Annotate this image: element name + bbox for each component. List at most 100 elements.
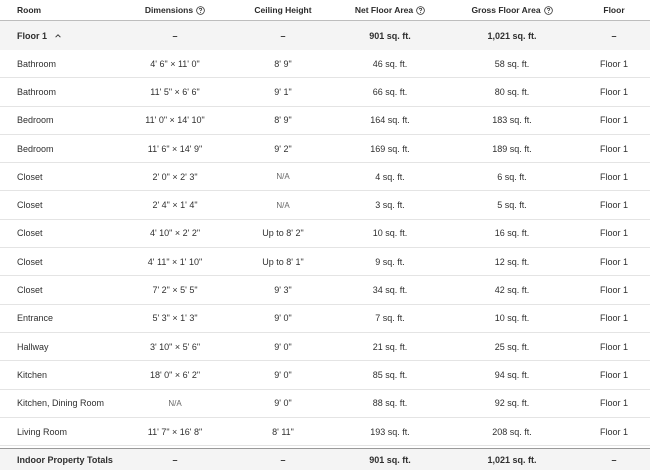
row-floor: Floor 1: [599, 369, 628, 380]
row-dimensions: 18' 0" × 6' 2": [149, 369, 201, 380]
row-gross-area: 6 sq. ft.: [497, 171, 527, 182]
row-dimensions: 11' 5" × 6' 6": [150, 86, 200, 97]
table-row: Bedroom 11' 6" × 14' 9" 9' 2" 169 sq. ft. 18…: [0, 135, 650, 164]
table-row: Bathroom 4' 6" × 11' 0" 8' 9" 46 sq. ft. 58 …: [0, 50, 650, 79]
row-dimensions: 5' 3" × 1' 3": [152, 313, 198, 324]
totals-ceiling: –: [280, 454, 286, 465]
row-ceiling-height: 8' 11": [272, 426, 294, 437]
question-circle-icon[interactable]: [543, 5, 553, 15]
column-header-net-label: Net Floor Area: [354, 5, 414, 15]
table-row: Entrance 5' 3" × 1' 3" 9' 0" 7 sq. ft. 10 sq…: [0, 305, 650, 333]
row-floor: Floor 1: [599, 256, 628, 267]
row-gross-area: 16 sq. ft.: [494, 228, 530, 239]
floor-group-toggle-inner[interactable]: Floor 1: [17, 31, 62, 41]
totals-gross-area: 1,021 sq. ft.: [487, 454, 537, 465]
row-net-area: 66 sq. ft.: [372, 86, 408, 97]
column-header-dimensions: Dimensions: [115, 0, 235, 20]
row-ceiling-height: 9' 2": [274, 143, 292, 154]
row-ceiling-height: 9' 0": [274, 398, 292, 409]
column-header-floor: Floor: [603, 5, 625, 15]
row-floor: Floor 1: [599, 115, 628, 126]
row-net-area: 46 sq. ft.: [372, 58, 408, 69]
floor-group-gross-area: 1,021 sq. ft.: [487, 30, 537, 41]
row-gross-area: 10 sq. ft.: [494, 313, 530, 324]
row-dimensions: 2' 0" × 2' 3": [152, 171, 198, 182]
column-header-gross-label: Gross Floor Area: [471, 5, 541, 15]
row-floor: Floor 1: [599, 200, 628, 211]
table-row: Closet 2' 0" × 2' 3" N/A 4 sq. ft. 6 sq. ft.…: [0, 163, 650, 192]
floor-group-label: Floor 1: [17, 30, 48, 41]
row-net-area: 193 sq. ft.: [370, 426, 410, 437]
row-gross-area: 94 sq. ft.: [494, 369, 530, 380]
row-gross-area: 42 sq. ft.: [494, 285, 530, 296]
room-dimensions-table: Room Dimensions Ceiling Height Net Floor…: [0, 0, 650, 470]
floor-group-ceiling: –: [280, 30, 286, 41]
row-ceiling-height: Up to 8' 2": [262, 228, 304, 239]
row-net-area: 169 sq. ft.: [370, 143, 410, 154]
table-row: Closet 2' 4" × 1' 4" N/A 3 sq. ft. 5 sq. ft.…: [0, 192, 650, 220]
row-net-area: 21 sq. ft.: [372, 341, 408, 352]
floor-group-net-area: 901 sq. ft.: [369, 30, 411, 41]
totals-dimensions: –: [172, 454, 178, 465]
row-floor: Floor 1: [599, 171, 628, 182]
row-dimensions: 11' 0" × 14' 10": [145, 115, 205, 126]
question-circle-icon[interactable]: [196, 5, 205, 15]
row-gross-area: 183 sq. ft.: [492, 115, 532, 126]
column-header-net-floor-area: Net Floor Area: [330, 0, 450, 20]
row-net-area: 7 sq. ft.: [375, 313, 405, 324]
totals-floor: –: [611, 454, 617, 465]
floor-group-dimensions: –: [172, 30, 178, 41]
table-row: Hallway 3' 10" × 5' 6" 9' 0" 21 sq. ft. 25 s…: [0, 333, 650, 362]
row-net-area: 164 sq. ft.: [370, 115, 410, 126]
row-floor: Floor 1: [599, 228, 628, 239]
column-header-gross-floor-area: Gross Floor Area: [447, 0, 577, 20]
table-row: Kitchen, Dining Room N/A 9' 0" 88 sq. ft. 92…: [0, 390, 650, 418]
row-dimensions: 3' 10" × 5' 6": [149, 341, 201, 352]
row-net-area: 3 sq. ft.: [375, 200, 405, 211]
row-gross-area: 189 sq. ft.: [492, 143, 532, 154]
table-row: Closet 4' 10" × 2' 2" Up to 8' 2" 10 sq. ft…: [0, 220, 650, 249]
row-gross-area: 12 sq. ft.: [494, 256, 530, 267]
row-ceiling-height: 8' 9": [274, 58, 292, 69]
row-ceiling-height: 8' 9": [274, 115, 292, 126]
row-dimensions: 4' 10" × 2' 2": [149, 228, 201, 239]
row-floor: Floor 1: [599, 341, 628, 352]
row-floor: Floor 1: [599, 58, 628, 69]
question-circle-icon[interactable]: [416, 5, 425, 15]
table-row: Closet 4' 11" × 1' 10" Up to 8' 1" 9 sq. ft…: [0, 248, 650, 277]
chevron-up-icon[interactable]: [54, 32, 62, 40]
row-ceiling-height: Up to 8' 1": [262, 256, 304, 267]
row-floor: Floor 1: [599, 86, 628, 97]
row-net-area: 85 sq. ft.: [372, 369, 408, 380]
row-dimensions: N/A: [168, 398, 182, 408]
row-dimensions: 4' 11" × 1' 10": [147, 256, 203, 267]
table-row: Bedroom 11' 0" × 14' 10" 8' 9" 164 sq. ft. 1…: [0, 107, 650, 135]
row-net-area: 88 sq. ft.: [372, 398, 408, 409]
table-header: Room Dimensions Ceiling Height Net Floor…: [0, 0, 650, 21]
row-net-area: 34 sq. ft.: [372, 285, 408, 296]
row-gross-area: 92 sq. ft.: [494, 398, 530, 409]
row-floor: Floor 1: [599, 426, 628, 437]
row-net-area: 4 sq. ft.: [375, 171, 405, 182]
table-row: Closet 7' 2" × 5' 5" 9' 3" 34 sq. ft. 42 sq.…: [0, 276, 650, 305]
table-row: Living Room 11' 7" × 16' 8" 8' 11" 193 sq. …: [0, 418, 650, 447]
row-gross-area: 58 sq. ft.: [494, 58, 530, 69]
row-dimensions: 11' 6" × 14' 9": [147, 143, 203, 154]
row-ceiling-height: N/A: [276, 172, 290, 182]
table-row: Bathroom 11' 5" × 6' 6" 9' 1" 66 sq. ft. 80 …: [0, 78, 650, 107]
row-ceiling-height: N/A: [276, 200, 290, 210]
row-dimensions: 2' 4" × 1' 4": [152, 200, 198, 211]
totals-net-area: 901 sq. ft.: [369, 454, 411, 465]
row-floor: Floor 1: [599, 398, 628, 409]
row-ceiling-height: 9' 3": [274, 285, 292, 296]
row-floor: Floor 1: [599, 285, 628, 296]
row-net-area: 10 sq. ft.: [372, 228, 408, 239]
totals-row: Indoor Property Totals – – 901 sq. ft. 1…: [0, 448, 650, 470]
row-gross-area: 208 sq. ft.: [492, 426, 532, 437]
row-floor: Floor 1: [599, 143, 628, 154]
row-ceiling-height: 9' 1": [274, 86, 292, 97]
row-gross-area: 80 sq. ft.: [494, 86, 530, 97]
table-row: Kitchen 18' 0" × 6' 2" 9' 0" 85 sq. ft. 94 s…: [0, 361, 650, 390]
floor-group-floor: –: [611, 30, 617, 41]
floor-group-row: Floor 1 – – 901 sq. ft. 1,021 sq. ft. –: [0, 21, 650, 50]
